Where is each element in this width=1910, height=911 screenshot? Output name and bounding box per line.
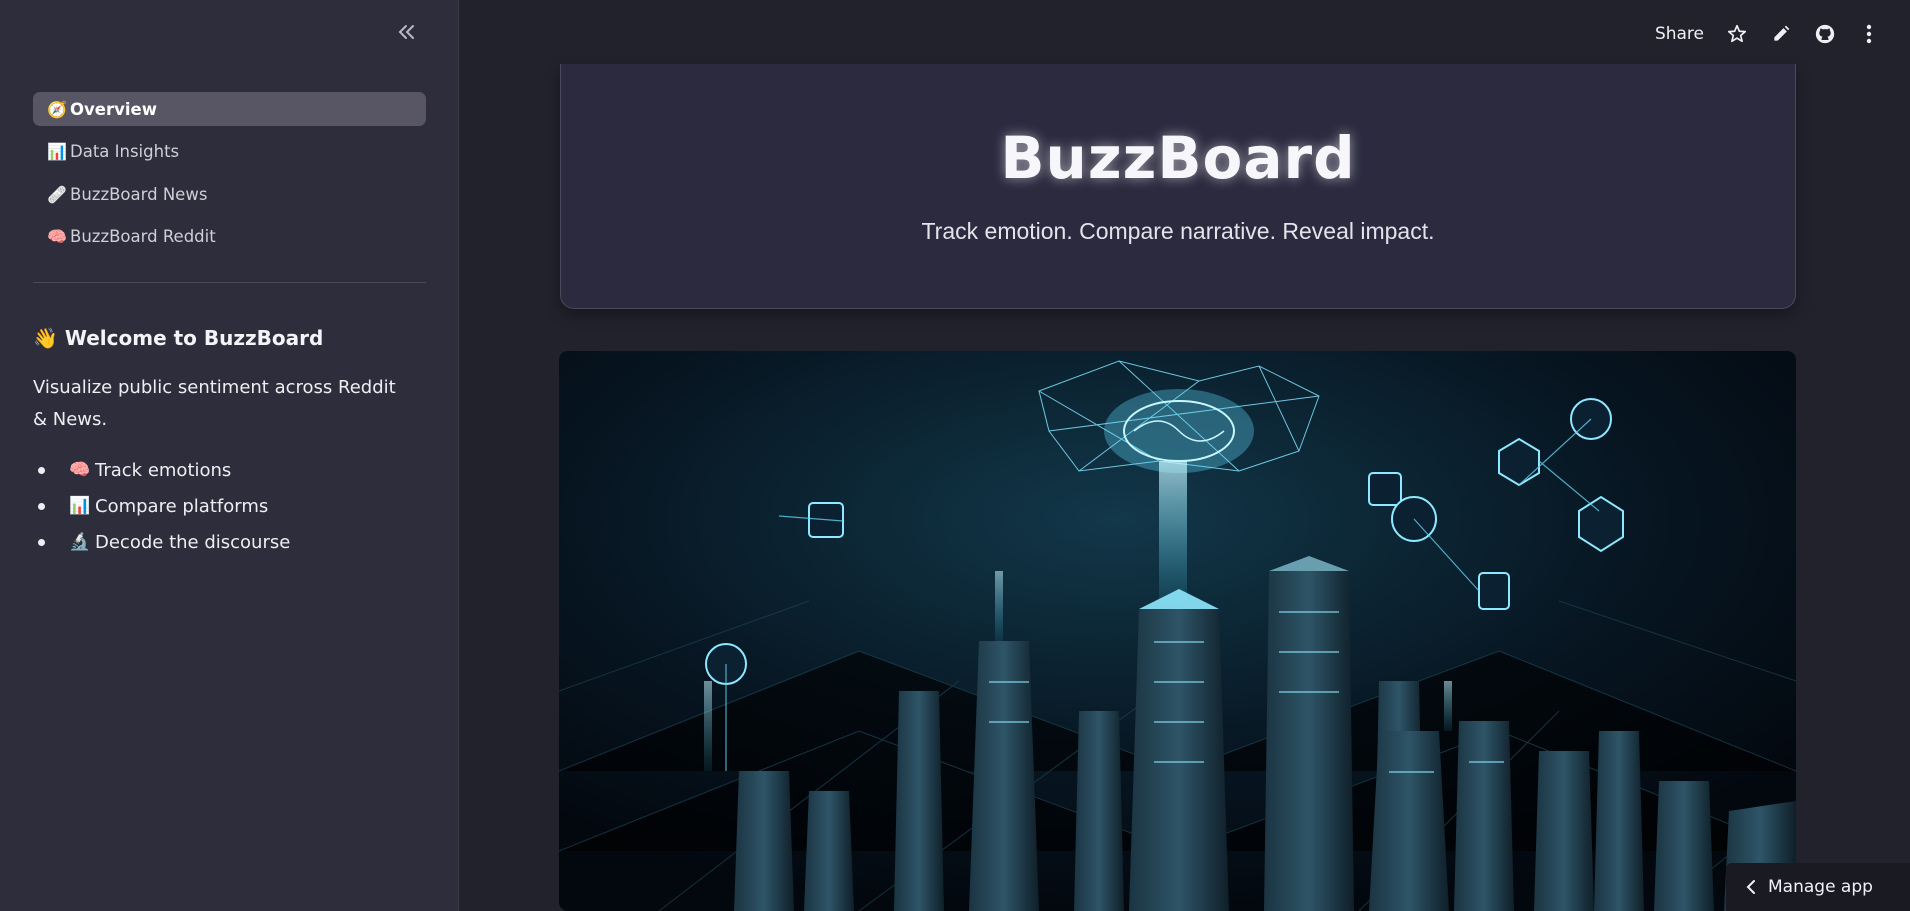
github-button[interactable] xyxy=(1814,23,1836,45)
sidebar-item-label: Overview xyxy=(70,99,157,119)
sidebar-item-label: BuzzBoard Reddit xyxy=(70,227,216,246)
brain-icon: 🧠 xyxy=(69,460,91,480)
more-menu-button[interactable] xyxy=(1858,23,1880,45)
sidebar: 🧭 Overview 📊 Data Insights 🩹 BuzzBoard N… xyxy=(0,0,459,911)
sidebar-item-buzzboard-reddit[interactable]: 🧠 BuzzBoard Reddit xyxy=(33,220,426,254)
more-vertical-icon xyxy=(1866,24,1872,44)
microscope-icon: 🔬 xyxy=(69,532,91,552)
star-icon xyxy=(1727,24,1747,43)
top-toolbar: Share xyxy=(459,0,1910,68)
list-item-text: Decode the discourse xyxy=(95,531,291,553)
github-icon xyxy=(1815,24,1835,44)
bar-chart-icon: 📊 xyxy=(47,142,67,161)
futuristic-city-illustration xyxy=(559,351,1796,911)
page-subtitle: Track emotion. Compare narrative. Reveal… xyxy=(921,218,1435,244)
page-title: BuzzBoard xyxy=(1000,124,1356,192)
sidebar-item-overview[interactable]: 🧭 Overview xyxy=(33,92,426,126)
edit-button[interactable] xyxy=(1770,23,1792,45)
manage-app-button[interactable]: Manage app xyxy=(1726,863,1910,911)
list-item-text: Compare platforms xyxy=(95,495,269,517)
chevron-left-icon xyxy=(1746,880,1755,894)
list-item: 🔬 Decode the discourse xyxy=(33,524,433,560)
share-button[interactable]: Share xyxy=(1655,24,1704,44)
bullet-icon xyxy=(38,538,45,546)
sidebar-nav: 🧭 Overview 📊 Data Insights 🩹 BuzzBoard N… xyxy=(33,92,426,262)
double-chevron-left-icon xyxy=(398,25,414,39)
star-button[interactable] xyxy=(1726,23,1748,45)
pencil-icon xyxy=(1774,25,1790,41)
list-item-text: Track emotions xyxy=(95,459,232,481)
welcome-section: 👋 Welcome to BuzzBoard Visualize public … xyxy=(33,326,433,560)
sidebar-item-data-insights[interactable]: 📊 Data Insights xyxy=(33,135,426,169)
feature-list: 🧠 Track emotions 📊 Compare platforms 🔬 D… xyxy=(33,452,433,560)
welcome-title: Welcome to BuzzBoard xyxy=(64,326,324,350)
hero-card: BuzzBoard Track emotion. Compare narrati… xyxy=(560,64,1796,309)
main-content: BuzzBoard Track emotion. Compare narrati… xyxy=(459,64,1910,911)
welcome-text: Visualize public sentiment across Reddit… xyxy=(33,377,396,430)
collapse-sidebar-button[interactable] xyxy=(392,18,420,46)
list-item: 📊 Compare platforms xyxy=(33,488,433,524)
bandage-icon: 🩹 xyxy=(47,184,67,204)
sidebar-item-buzzboard-news[interactable]: 🩹 BuzzBoard News xyxy=(33,177,426,211)
bar-chart-icon: 📊 xyxy=(69,496,91,516)
compass-icon: 🧭 xyxy=(47,99,67,119)
waving-hand-icon: 👋 xyxy=(33,326,58,350)
hero-banner-image xyxy=(559,351,1796,911)
manage-app-label: Manage app xyxy=(1768,877,1873,897)
sidebar-item-label: BuzzBoard News xyxy=(70,184,208,204)
bullet-icon xyxy=(38,502,45,510)
sidebar-divider xyxy=(33,282,426,283)
bullet-icon xyxy=(38,466,45,474)
sidebar-item-label: Data Insights xyxy=(70,142,180,161)
brain-icon: 🧠 xyxy=(47,227,67,246)
list-item: 🧠 Track emotions xyxy=(33,452,433,488)
welcome-heading: 👋 Welcome to BuzzBoard xyxy=(33,326,433,350)
